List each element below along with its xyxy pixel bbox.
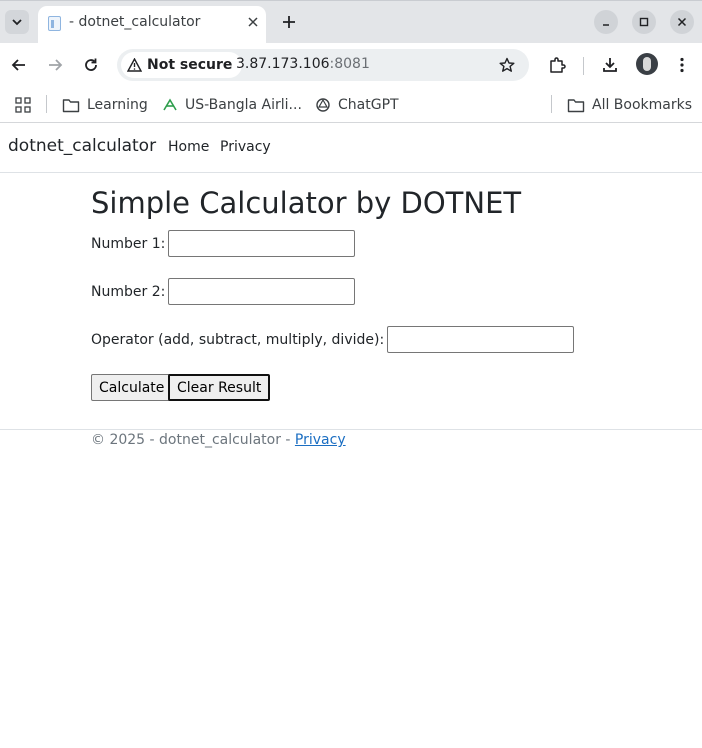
close-icon — [677, 17, 687, 27]
tab-search-button[interactable] — [5, 10, 29, 34]
url-host: 3.87.173.106 — [236, 56, 330, 72]
site-security-chip[interactable]: Not secure — [121, 52, 243, 78]
arrow-right-icon — [49, 59, 63, 71]
chevron-down-icon — [12, 19, 22, 26]
footer-privacy-link[interactable]: Privacy — [295, 432, 346, 448]
address-bar[interactable]: Not secure 3.87.173.106:8081 — [117, 49, 529, 81]
new-tab-button[interactable] — [278, 11, 300, 33]
puzzle-icon — [550, 57, 566, 73]
more-vertical-icon — [680, 57, 684, 73]
close-window-button[interactable] — [670, 10, 694, 34]
operator-input[interactable] — [387, 326, 575, 353]
site-footer: © 2025 - dotnet_calculator - Privacy — [0, 429, 702, 448]
apps-button[interactable] — [15, 93, 31, 117]
number2-row: Number 2: — [91, 278, 356, 305]
star-icon — [499, 57, 515, 72]
number1-input[interactable] — [168, 230, 356, 257]
browser-toolbar: Not secure 3.87.173.106:8081 — [0, 43, 702, 87]
minimize-window-button[interactable] — [594, 10, 618, 34]
folder-icon — [62, 98, 80, 112]
browser-tab[interactable]: - dotnet_calculator — [38, 6, 266, 44]
page-title: Simple Calculator by DOTNET — [91, 186, 522, 220]
plus-icon — [283, 16, 295, 28]
footer-text: © 2025 - dotnet_calculator - Privacy — [91, 432, 346, 448]
bookmarks-divider — [46, 95, 47, 113]
bookmark-learning[interactable]: Learning — [62, 93, 148, 117]
bookmarks-divider — [551, 95, 552, 113]
toolbar-divider — [583, 57, 584, 75]
apps-grid-icon — [15, 97, 31, 113]
reload-icon — [85, 58, 97, 71]
warning-icon — [127, 58, 142, 72]
arrow-left-icon — [11, 59, 25, 71]
browser-menu-button[interactable] — [670, 53, 694, 77]
url-text[interactable]: 3.87.173.106:8081 — [236, 56, 370, 72]
all-bookmarks-button[interactable]: All Bookmarks — [567, 93, 692, 117]
tab-close-button[interactable] — [243, 12, 263, 32]
forward-button[interactable] — [43, 53, 67, 77]
footer-copyright: © 2025 - dotnet_calculator - — [91, 432, 295, 448]
operator-row: Operator (add, subtract, multiply, divid… — [91, 326, 575, 353]
browser-tab-bar: - dotnet_calculator — [0, 0, 702, 44]
profile-avatar[interactable] — [636, 53, 658, 75]
reload-button[interactable] — [79, 53, 103, 77]
clear-result-button[interactable]: Clear Result — [168, 374, 271, 401]
airline-logo-icon — [163, 98, 177, 111]
chatgpt-icon — [316, 98, 330, 112]
bookmark-chatgpt[interactable]: ChatGPT — [315, 93, 399, 117]
maximize-window-button[interactable] — [632, 10, 656, 34]
bookmark-us-bangla[interactable]: US-Bangla Airli... — [162, 93, 302, 117]
bookmarks-bar: Learning US-Bangla Airli... ChatGPT All … — [0, 87, 702, 123]
folder-icon — [567, 98, 585, 112]
nav-link-home[interactable]: Home — [168, 139, 209, 155]
security-label: Not secure — [147, 57, 233, 73]
number2-label: Number 2: — [91, 283, 166, 300]
maximize-icon — [639, 17, 649, 27]
downloads-button[interactable] — [598, 53, 622, 77]
extensions-button[interactable] — [545, 53, 569, 77]
close-icon — [248, 17, 258, 27]
number1-row: Number 1: — [91, 230, 356, 257]
operator-label: Operator (add, subtract, multiply, divid… — [91, 331, 385, 348]
bookmark-label: US-Bangla Airli... — [185, 97, 302, 113]
bookmark-label: ChatGPT — [338, 97, 399, 113]
number2-input[interactable] — [168, 278, 356, 305]
calculate-button[interactable]: Calculate — [91, 374, 173, 401]
page-favicon-icon — [48, 16, 61, 31]
number1-label: Number 1: — [91, 235, 166, 252]
url-port: :8081 — [329, 56, 370, 72]
bookmark-star-button[interactable] — [495, 53, 519, 77]
tab-title: - dotnet_calculator — [69, 14, 201, 30]
download-icon — [603, 58, 617, 72]
minimize-icon — [603, 24, 609, 26]
bookmark-label: Learning — [87, 97, 148, 113]
site-navbar: dotnet_calculator Home Privacy — [0, 124, 702, 173]
all-bookmarks-label: All Bookmarks — [592, 97, 693, 113]
site-brand-link[interactable]: dotnet_calculator — [8, 136, 156, 156]
nav-link-privacy[interactable]: Privacy — [220, 139, 271, 155]
back-button[interactable] — [7, 53, 31, 77]
